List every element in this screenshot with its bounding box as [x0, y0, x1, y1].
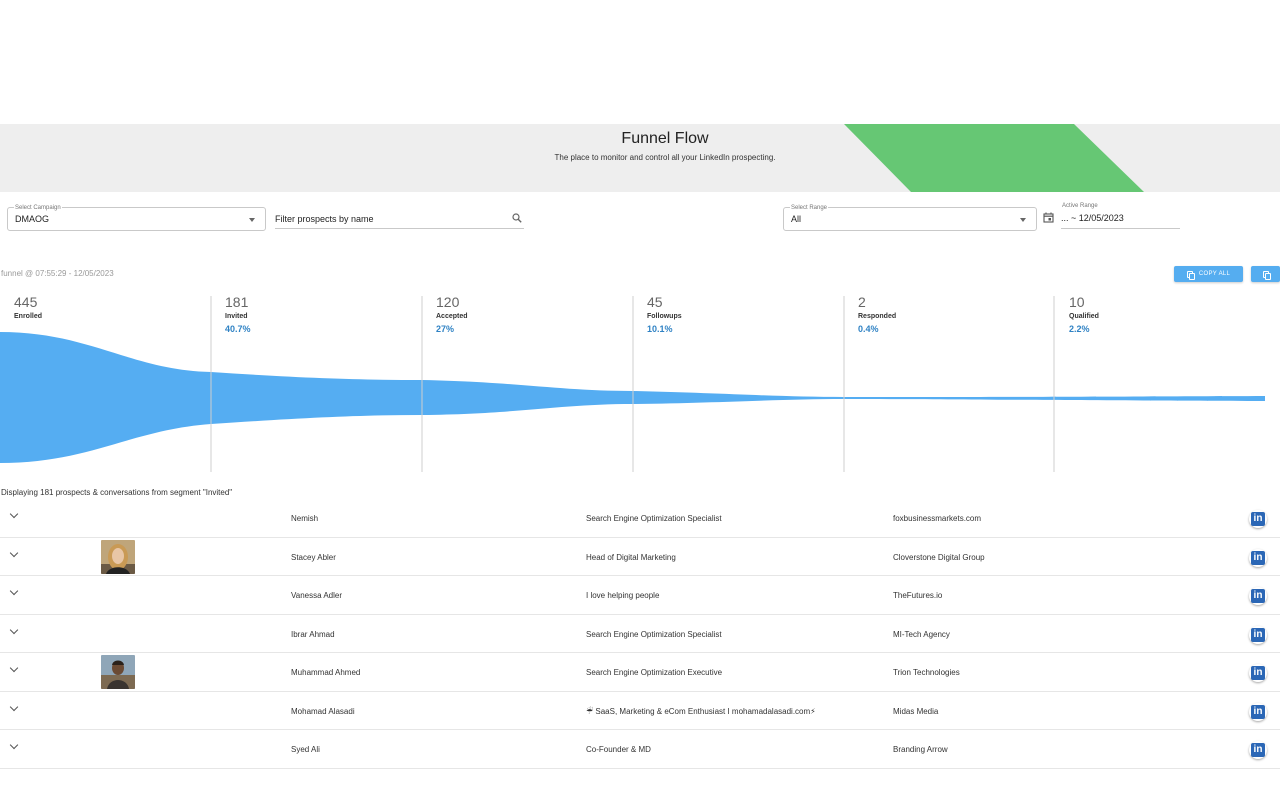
stage-percent: 0.4%	[858, 324, 879, 334]
copy-button[interactable]	[1251, 266, 1280, 282]
prospect-search-placeholder: Filter prospects by name	[275, 214, 374, 224]
stage-count: 445	[14, 294, 38, 310]
prospect-company: foxbusinessmarkets.com	[893, 514, 982, 523]
linkedin-icon[interactable]: in	[1249, 741, 1267, 759]
prospect-name: Stacey Abler	[291, 552, 336, 562]
prospect-search-input[interactable]: Filter prospects by name	[275, 207, 524, 229]
page-subtitle: The place to monitor and control all you…	[554, 153, 776, 162]
prospect-company: MI-Tech Agency	[893, 629, 950, 639]
stage-percent: 40.7%	[225, 324, 251, 334]
range-select[interactable]: Select Range All	[783, 204, 1037, 231]
search-icon[interactable]	[512, 213, 522, 223]
stage-percent: 27%	[436, 324, 455, 334]
page-header: Funnel Flow The place to monitor and con…	[0, 124, 1280, 192]
chevron-down-icon[interactable]	[9, 702, 19, 711]
prospect-company: TheFutures.io	[893, 591, 943, 600]
stage-label: Responded	[858, 313, 897, 320]
active-range-label: Active Range	[1061, 202, 1099, 210]
prospect-company: Midas Media	[893, 706, 939, 716]
campaign-select[interactable]: Select Campaign DMAOG	[7, 204, 266, 231]
range-select-label: Select Range	[790, 204, 829, 212]
stage-count: 181	[225, 294, 249, 310]
linkedin-icon[interactable]: in	[1249, 625, 1267, 644]
campaign-select-label: Select Campaign	[14, 204, 62, 212]
stage-label: Qualified	[1069, 313, 1099, 320]
active-range-value: ... ~ 12/05/2023	[1061, 213, 1124, 223]
prospect-row[interactable]: Syed Ali Co-Founder & MD Branding Arrow …	[0, 730, 1280, 769]
stage-qualified[interactable]: 10 Qualified 2.2%	[1069, 294, 1099, 334]
stage-responded[interactable]: 2 Responded 0.4%	[858, 294, 896, 334]
linkedin-icon[interactable]: in	[1249, 587, 1267, 605]
prospect-name: Syed Ali	[291, 745, 320, 754]
prospect-name: Ibrar Ahmad	[291, 629, 335, 639]
copy-icon	[1186, 270, 1195, 280]
chevron-down-icon[interactable]	[9, 740, 19, 750]
linkedin-icon[interactable]: in	[1249, 664, 1267, 682]
copy-all-label: COPY ALL	[1198, 271, 1231, 277]
prospect-row[interactable]: Stacey Abler Head of Digital Marketing C…	[0, 538, 1280, 576]
active-range-field[interactable]: Active Range ... ~ 12/05/2023	[1061, 201, 1180, 229]
chevron-down-icon[interactable]	[9, 663, 19, 673]
prospect-headline: Search Engine Optimization Specialist	[586, 629, 722, 639]
page-title: Funnel Flow	[621, 130, 709, 147]
prospect-headline: ☔ SaaS, Marketing & eCom Enthusiast I mo…	[586, 706, 816, 716]
prospect-name: Mohamad Alasadi	[291, 706, 355, 716]
copy-all-button[interactable]: COPY ALL	[1174, 266, 1243, 282]
stage-count: 10	[1069, 294, 1085, 310]
stage-followups[interactable]: 45 Followups 10.1%	[647, 294, 682, 334]
stage-label: Accepted	[436, 313, 468, 320]
prospect-row[interactable]: Nemish Search Engine Optimization Specia…	[0, 499, 1280, 538]
calendar-icon[interactable]	[1043, 212, 1054, 223]
chevron-down-icon[interactable]	[9, 548, 19, 557]
dropdown-arrow-icon	[249, 218, 255, 222]
prospect-headline: Head of Digital Marketing	[586, 552, 676, 562]
stage-count: 45	[647, 294, 663, 310]
stage-percent: 10.1%	[647, 324, 673, 334]
prospect-list: Nemish Search Engine Optimization Specia…	[0, 499, 1280, 769]
stage-label: Enrolled	[14, 313, 43, 320]
avatar	[101, 655, 135, 689]
chevron-down-icon[interactable]	[9, 625, 19, 634]
linkedin-icon[interactable]: in	[1249, 510, 1267, 528]
prospect-company: Cloverstone Digital Group	[893, 552, 985, 562]
prospect-company: Branding Arrow	[893, 745, 948, 754]
prospect-name: Vanessa Adler	[291, 591, 342, 600]
range-select-value: All	[791, 214, 802, 224]
segment-summary: Displaying 181 prospects & conversations…	[1, 488, 233, 497]
prospect-row[interactable]: Mohamad Alasadi ☔ SaaS, Marketing & eCom…	[0, 692, 1280, 730]
prospect-headline: Search Engine Optimization Specialist	[586, 514, 722, 523]
stage-invited[interactable]: 181 Invited 40.7%	[225, 294, 251, 334]
linkedin-icon[interactable]: in	[1249, 702, 1267, 721]
linkedin-icon[interactable]: in	[1249, 548, 1267, 567]
stage-label: Invited	[225, 313, 248, 320]
stage-percent: 2.2%	[1069, 324, 1090, 334]
stage-enrolled[interactable]: 445 Enrolled	[14, 294, 42, 320]
prospect-name: Muhammad Ahmed	[291, 668, 361, 677]
prospect-company: Trion Technologies	[893, 668, 960, 677]
copy-icon	[1262, 270, 1271, 280]
stage-label: Followups	[647, 313, 682, 320]
campaign-select-value: DMAOG	[15, 214, 50, 224]
stage-count: 120	[436, 294, 460, 310]
stage-accepted[interactable]: 120 Accepted 27%	[436, 294, 468, 334]
chevron-down-icon[interactable]	[9, 586, 19, 596]
funnel-timestamp: funnel @ 07:55:29 - 12/05/2023	[1, 269, 114, 278]
dropdown-arrow-icon	[1020, 218, 1026, 222]
prospect-headline: Search Engine Optimization Executive	[586, 668, 723, 677]
prospect-headline: Co-Founder & MD	[586, 745, 651, 754]
prospect-row[interactable]: Vanessa Adler I love helping people TheF…	[0, 576, 1280, 615]
stage-count: 2	[858, 294, 866, 310]
prospect-name: Nemish	[291, 514, 319, 523]
avatar	[101, 539, 135, 574]
prospect-headline: I love helping people	[586, 591, 660, 600]
chevron-down-icon[interactable]	[9, 509, 19, 519]
prospect-row[interactable]: Ibrar Ahmad Search Engine Optimization S…	[0, 615, 1280, 653]
prospect-row[interactable]: Muhammad Ahmed Search Engine Optimizatio…	[0, 653, 1280, 692]
